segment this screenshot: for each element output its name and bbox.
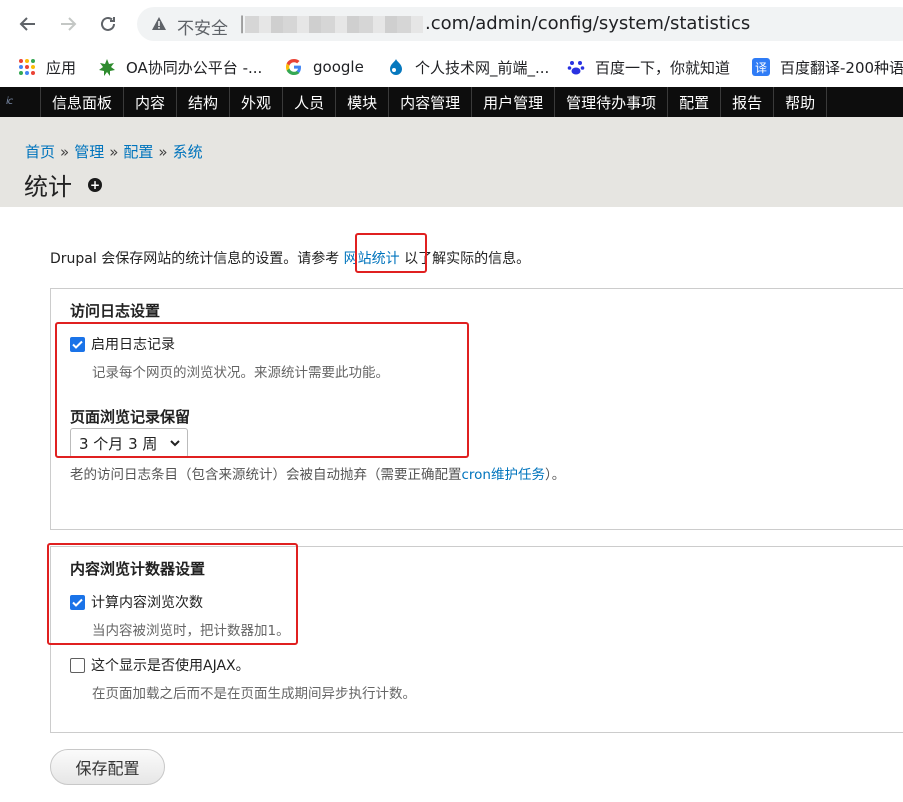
- checkbox-checked-icon[interactable]: [70, 336, 85, 352]
- toolbar-item-content[interactable]: 内容: [123, 87, 176, 117]
- cron-maintenance-link[interactable]: cron维护任务: [462, 467, 546, 483]
- oa-logo-icon: [98, 58, 116, 76]
- content-counter-fieldset: 内容浏览计数器设置: [50, 546, 903, 733]
- save-config-button[interactable]: 保存配置: [50, 749, 165, 785]
- site-statistics-link[interactable]: 网站统计: [344, 251, 400, 267]
- address-bar[interactable]: 不安全 | .com/admin/config/system/statistic…: [137, 7, 903, 41]
- toolbar-item-dashboard[interactable]: 信息面板: [40, 87, 123, 117]
- toolbar-item-configuration[interactable]: 配置: [667, 87, 720, 117]
- bookmark-baidu[interactable]: 百度一下，你就知道: [567, 48, 730, 86]
- admin-menu: 信息面板 内容 结构 外观 人员 模块 内容管理 用户管理 管理待办事项 配置 …: [40, 87, 828, 117]
- bookmark-label: 个人技术网_前端_...: [415, 58, 550, 77]
- count-views-label: 计算内容浏览次数: [91, 595, 203, 611]
- toolbar-item-help[interactable]: 帮助: [773, 87, 828, 117]
- url-text: .com/admin/config/system/statistics: [425, 13, 751, 34]
- toolbar-item-workbench[interactable]: 管理待办事项: [554, 87, 667, 117]
- retention-desc-before: 老的访问日志条目（包含来源统计）会被自动抛弃（需要正确配置: [70, 467, 462, 483]
- enable-logging-checkbox[interactable]: 启用日志记录: [70, 334, 175, 354]
- retention-select[interactable]: 3 个月 3 周: [70, 428, 188, 458]
- breadcrumb: 首页» 管理» 配置» 系统: [25, 141, 203, 162]
- breadcrumb-separator: »: [60, 143, 70, 161]
- site-logo[interactable]: ic: [6, 96, 13, 107]
- bookmark-label: 百度一下，你就知道: [595, 58, 731, 77]
- admin-toolbar: ic 信息面板 内容 结构 外观 人员 模块 内容管理 用户管理 管理待办事项 …: [0, 87, 903, 117]
- bookmark-baidu-translate[interactable]: 译 百度翻译-200种语: [752, 48, 903, 86]
- breadcrumb-separator: »: [158, 143, 168, 161]
- bookmark-label: google: [313, 58, 364, 76]
- retention-desc-after: ）。: [545, 467, 566, 483]
- toolbar-item-reports[interactable]: 报告: [720, 87, 773, 117]
- baidu-paw-icon: [567, 58, 585, 76]
- toolbar-item-structure[interactable]: 结构: [176, 87, 229, 117]
- bookmark-apps[interactable]: 应用: [18, 48, 76, 86]
- checkbox-checked-icon[interactable]: [70, 594, 85, 610]
- arrow-left-icon: [19, 17, 35, 31]
- url-redacted-domain: [245, 16, 423, 33]
- warning-triangle-icon: [152, 17, 166, 30]
- checkbox-unchecked-icon[interactable]: [70, 657, 85, 673]
- toolbar-item-user-management[interactable]: 用户管理: [471, 87, 554, 117]
- drupal-drop-icon: [387, 58, 405, 76]
- bookmark-label: OA协同办公平台 -...: [126, 58, 263, 77]
- baidu-translate-icon: 译: [752, 58, 770, 76]
- bookmark-tech-blog[interactable]: 个人技术网_前端_...: [387, 48, 549, 86]
- breadcrumb-config[interactable]: 配置: [123, 143, 153, 161]
- retention-label: 页面浏览记录保留: [70, 408, 191, 426]
- bookmark-label: 应用: [46, 58, 77, 77]
- intro-before: Drupal 会保存网站的统计信息的设置。请参考: [50, 251, 344, 267]
- toolbar-item-appearance[interactable]: 外观: [229, 87, 282, 117]
- content-counter-legend: 内容浏览计数器设置: [70, 560, 206, 578]
- page-header: 首页» 管理» 配置» 系统 统计 +: [0, 117, 903, 207]
- intro-text: Drupal 会保存网站的统计信息的设置。请参考 网站统计 以了解实际的信息。: [50, 248, 530, 268]
- count-views-description: 当内容被浏览时，把计数器加1。: [92, 623, 290, 639]
- ajax-checkbox[interactable]: 这个显示是否使用AJAX。: [70, 655, 250, 675]
- bookmark-label: 百度翻译-200种语: [780, 58, 903, 77]
- enable-logging-description: 记录每个网页的浏览状况。来源统计需要此功能。: [92, 365, 389, 381]
- bookmarks-bar: 应用 OA协同办公平台 -... google 个人技术网_前端_... 百度一…: [0, 48, 903, 86]
- bookmark-google[interactable]: google: [285, 48, 364, 86]
- reload-button[interactable]: [94, 10, 122, 38]
- insecure-label: 不安全: [177, 19, 228, 39]
- apps-grid-icon: [18, 58, 36, 76]
- breadcrumb-system[interactable]: 系统: [173, 143, 203, 161]
- bookmark-oa[interactable]: OA协同办公平台 -...: [98, 48, 262, 86]
- ajax-description: 在页面加载之后而不是在页面生成期间异步执行计数。: [92, 686, 416, 702]
- chevron-down-icon: [170, 440, 180, 447]
- intro-after: 以了解实际的信息。: [399, 251, 531, 267]
- arrow-right-icon: [61, 17, 77, 31]
- retention-selected-value: 3 个月 3 周: [79, 434, 158, 453]
- breadcrumb-home[interactable]: 首页: [25, 143, 55, 161]
- breadcrumb-admin[interactable]: 管理: [74, 143, 104, 161]
- breadcrumb-separator: »: [109, 143, 119, 161]
- count-views-checkbox[interactable]: 计算内容浏览次数: [70, 592, 203, 612]
- toolbar-item-people[interactable]: 人员: [282, 87, 335, 117]
- back-button[interactable]: [14, 10, 42, 38]
- google-logo-icon: [285, 58, 303, 76]
- browser-address-row: 不安全 | .com/admin/config/system/statistic…: [0, 0, 903, 48]
- page-title: 统计: [24, 173, 72, 201]
- enable-logging-label: 启用日志记录: [91, 337, 175, 353]
- ajax-label: 这个显示是否使用AJAX。: [91, 658, 250, 674]
- toolbar-item-modules[interactable]: 模块: [335, 87, 388, 117]
- add-shortcut-icon[interactable]: +: [88, 178, 102, 192]
- reload-icon: [101, 16, 115, 31]
- toolbar-item-content-management[interactable]: 内容管理: [388, 87, 471, 117]
- retention-description: 老的访问日志条目（包含来源统计）会被自动抛弃（需要正确配置cron维护任务）。: [70, 463, 565, 483]
- forward-button[interactable]: [54, 10, 82, 38]
- access-log-legend: 访问日志设置: [70, 302, 161, 320]
